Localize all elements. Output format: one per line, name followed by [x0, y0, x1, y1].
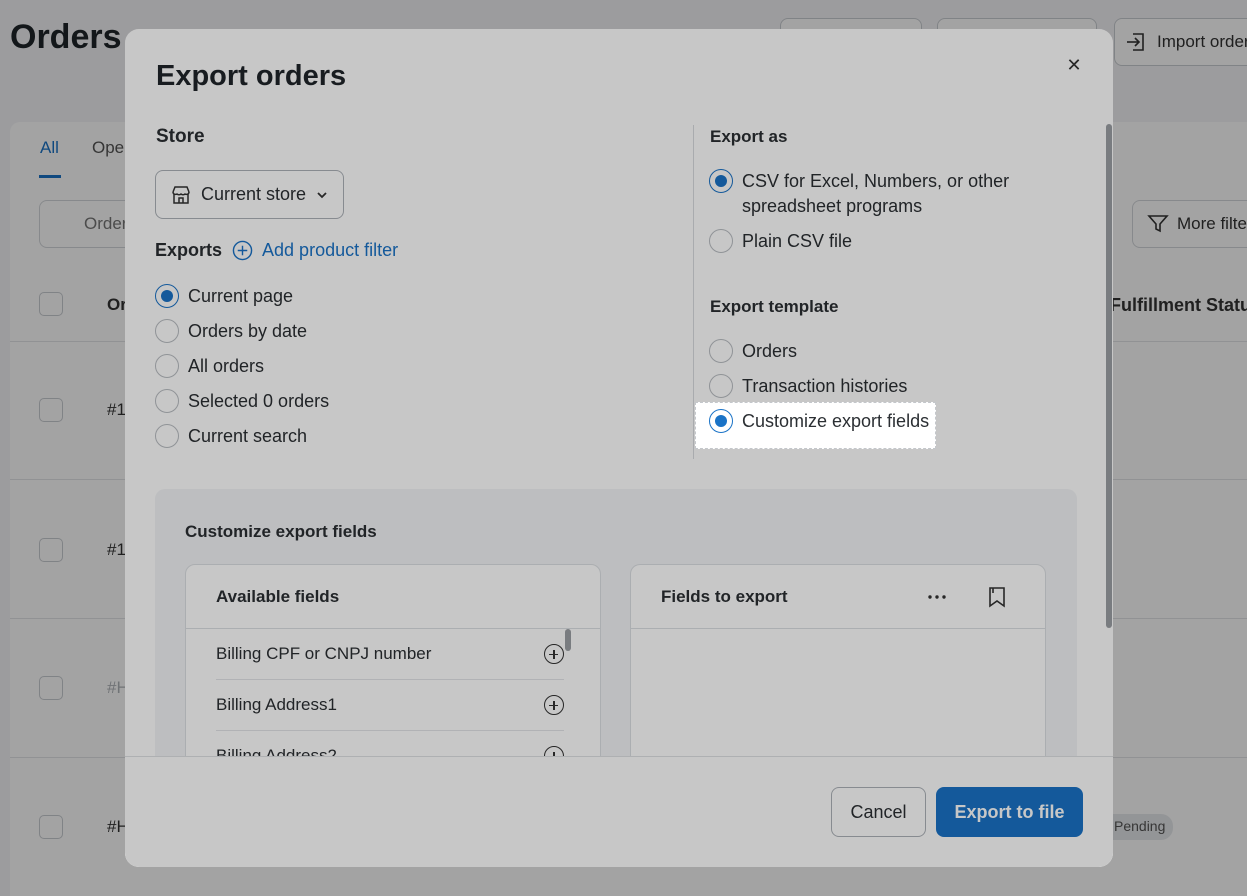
radio-label: Orders by date [188, 321, 308, 341]
column-divider [693, 125, 694, 459]
available-fields-card: Available fields Billing CPF or CNPJ num… [185, 564, 601, 756]
export-option-current-search[interactable]: Current search [155, 424, 307, 449]
exports-label: Exports [155, 240, 223, 260]
radio-label: Current search [188, 426, 308, 446]
add-field-icon[interactable] [544, 695, 564, 715]
radio-button[interactable] [709, 229, 733, 253]
radio-button[interactable] [155, 389, 179, 413]
available-fields-scrollbar[interactable] [565, 629, 571, 651]
plus-circle-icon [232, 240, 253, 261]
radio-button[interactable] [155, 319, 179, 343]
add-field-icon[interactable] [544, 746, 564, 756]
fields-to-export-header: Fields to export [631, 565, 1045, 629]
radio-button[interactable] [709, 409, 733, 433]
export-option-all-orders[interactable]: All orders [155, 354, 264, 379]
export-option-current-page[interactable]: Current page [155, 284, 293, 309]
radio-button[interactable] [155, 424, 179, 448]
field-item: Billing CPF or CNPJ number [216, 629, 564, 680]
radio-label: Transaction histories [742, 376, 908, 396]
add-product-filter-link[interactable]: Add product filter [232, 240, 398, 261]
radio-label: Selected 0 orders [188, 391, 330, 411]
dialog-body: Export orders ✕ Store Current store Expo… [125, 29, 1113, 756]
field-item: Billing Address1 [216, 680, 564, 731]
field-item-label: Billing Address1 [216, 695, 337, 714]
radio-button[interactable] [709, 374, 733, 398]
radio-button[interactable] [709, 339, 733, 363]
store-select[interactable]: Current store [155, 170, 344, 219]
radio-label: Customize export fields [742, 410, 930, 431]
store-select-value: Current store [201, 184, 307, 204]
radio-button[interactable] [155, 354, 179, 378]
add-field-icon[interactable] [544, 644, 564, 664]
field-item-label: Billing CPF or CNPJ number [216, 644, 432, 663]
template-option-transaction-histories[interactable]: Transaction histories [709, 374, 907, 399]
radio-label: All orders [188, 356, 265, 376]
field-item-label: Billing Address2 [216, 746, 337, 756]
export-as-plain-csv[interactable]: Plain CSV file [709, 229, 852, 254]
customize-fields-title: Customize export fields [185, 522, 377, 541]
radio-label-line: CSV for Excel, Numbers, or other [742, 171, 1010, 191]
export-option-orders-by-date[interactable]: Orders by date [155, 319, 307, 344]
more-horizontal-icon[interactable] [925, 585, 949, 609]
available-fields-header: Available fields [186, 565, 600, 629]
export-orders-dialog: Export orders ✕ Store Current store Expo… [125, 29, 1113, 867]
export-to-file-button[interactable]: Export to file [936, 787, 1083, 837]
radio-label-line: spreadsheet programs [742, 196, 923, 216]
radio-label: Orders [742, 341, 798, 361]
radio-button[interactable] [709, 169, 733, 193]
field-item: Billing Address2 [216, 731, 564, 756]
available-fields-title: Available fields [216, 587, 340, 606]
bookmark-icon[interactable] [985, 585, 1009, 609]
export-as-csv-excel[interactable]: CSV for Excel, Numbers, or other spreads… [709, 169, 1009, 219]
radio-label: Plain CSV file [742, 231, 853, 251]
store-label: Store [156, 126, 205, 147]
dialog-footer: Cancel Export to file [125, 756, 1113, 867]
export-template-label: Export template [710, 297, 839, 316]
chevron-down-icon [317, 191, 327, 198]
exports-row: Exports Add product filter [155, 240, 398, 261]
dialog-title: Export orders [156, 60, 347, 92]
template-option-customize-export-fields[interactable]: Customize export fields [709, 409, 929, 433]
fields-to-export-title: Fields to export [661, 587, 788, 606]
export-option-selected-orders[interactable]: Selected 0 orders [155, 389, 329, 414]
radio-button[interactable] [155, 284, 179, 308]
dialog-scrollbar[interactable] [1106, 124, 1112, 628]
export-as-label: Export as [710, 127, 788, 146]
template-option-orders[interactable]: Orders [709, 339, 797, 364]
store-icon [172, 185, 190, 204]
cancel-button[interactable]: Cancel [831, 787, 926, 837]
customize-fields-panel: Customize export fields Available fields… [155, 489, 1077, 756]
radio-label: CSV for Excel, Numbers, or other spreads… [742, 169, 1009, 219]
fields-to-export-card: Fields to export [630, 564, 1046, 756]
close-icon[interactable]: ✕ [1062, 53, 1086, 77]
add-product-filter-label: Add product filter [262, 240, 399, 260]
radio-label: Current page [188, 286, 294, 306]
